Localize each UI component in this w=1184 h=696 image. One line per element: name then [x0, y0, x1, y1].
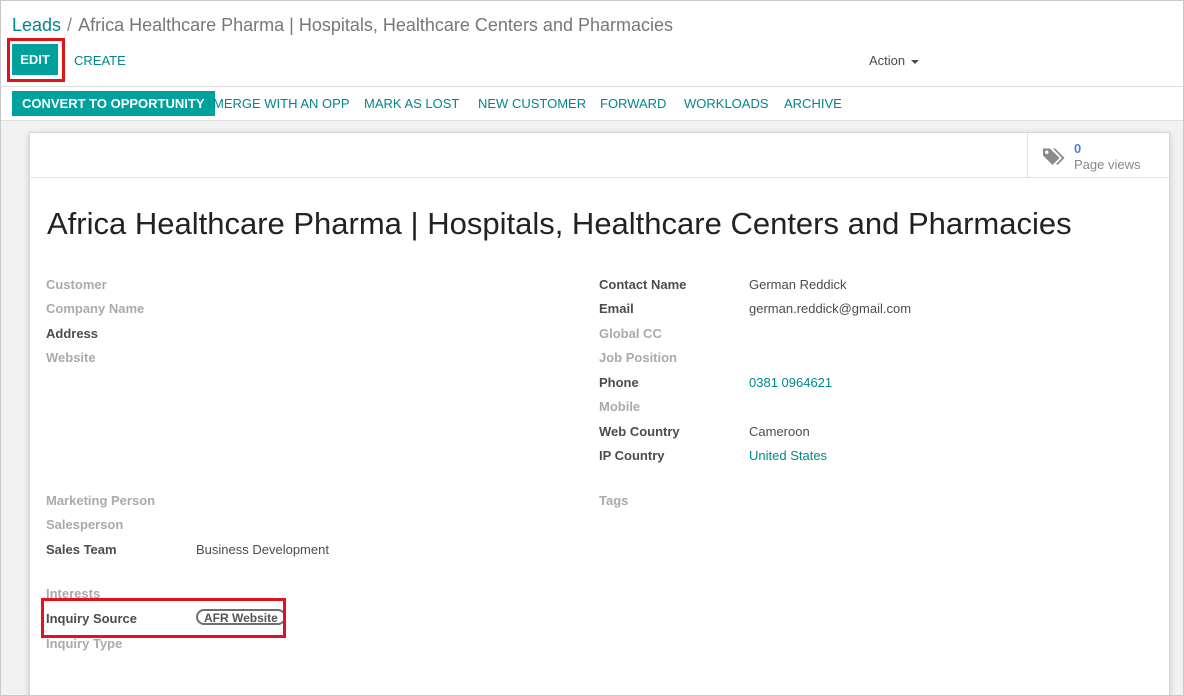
forward-button[interactable]: FORWARD: [600, 91, 666, 116]
sales-team-label: Sales Team: [46, 542, 117, 557]
mobile-label: Mobile: [599, 399, 641, 414]
convert-to-opportunity-button[interactable]: CONVERT TO OPPORTUNITY: [12, 91, 215, 116]
email-value[interactable]: german.reddick@gmail.com: [749, 301, 911, 316]
merge-with-opp-button[interactable]: MERGE WITH AN OPP: [213, 91, 350, 116]
caret-down-icon: [911, 59, 920, 64]
form-sheet: 0 Page views Africa Healthcare Pharma | …: [29, 132, 1170, 695]
global-cc-label: Global CC: [599, 326, 662, 341]
phone-value-link[interactable]: 0381 0964621: [749, 375, 832, 390]
archive-button[interactable]: ARCHIVE: [784, 91, 842, 116]
create-button[interactable]: CREATE: [74, 53, 126, 68]
phone-label: Phone: [599, 375, 639, 390]
new-customer-button[interactable]: NEW CUSTOMER: [478, 91, 586, 116]
job-position-label: Job Position: [599, 350, 677, 365]
action-dropdown[interactable]: Action: [869, 53, 920, 68]
contact-name-value[interactable]: German Reddick: [749, 277, 847, 292]
mark-as-lost-button[interactable]: MARK AS LOST: [364, 91, 459, 116]
breadcrumb-current: Africa Healthcare Pharma | Hospitals, He…: [78, 15, 674, 35]
inquiry-source-highlight-box: [41, 598, 286, 638]
app-frame: Leads / Africa Healthcare Pharma | Hospita…: [0, 0, 1184, 696]
ip-country-label: IP Country: [599, 448, 665, 463]
contact-name-label: Contact Name: [599, 277, 687, 292]
web-country-label: Web Country: [599, 424, 680, 439]
marketing-person-label: Marketing Person: [46, 493, 156, 508]
tags-icon: [1042, 147, 1066, 172]
company-name-label: Company Name: [46, 301, 145, 316]
statusbar: CONVERT TO OPPORTUNITY MERGE WITH AN OPP…: [1, 87, 1183, 121]
edit-highlight-box: [7, 38, 65, 82]
control-panel: Leads / Africa Healthcare Pharma | Hospita…: [1, 1, 1183, 87]
smart-button-box: 0 Page views: [30, 133, 1169, 178]
email-label: Email: [599, 301, 634, 316]
tags-label: Tags: [599, 493, 629, 508]
page-views-label: Page views: [1074, 157, 1141, 172]
workloads-button[interactable]: WORKLOADS: [684, 91, 769, 116]
breadcrumb: Leads / Africa Healthcare Pharma | Hospita…: [12, 15, 673, 36]
breadcrumb-separator: /: [67, 15, 73, 35]
inquiry-type-label: Inquiry Type: [46, 636, 123, 651]
page-views-count: 0: [1074, 141, 1082, 156]
page-views-button[interactable]: 0 Page views: [1027, 133, 1169, 177]
web-country-value[interactable]: Cameroon: [749, 424, 810, 439]
breadcrumb-leads-link[interactable]: Leads: [12, 15, 61, 35]
salesperson-label: Salesperson: [46, 517, 124, 532]
action-label: Action: [869, 53, 906, 68]
record-title: Africa Healthcare Pharma | Hospitals, He…: [47, 206, 1072, 241]
ip-country-value-link[interactable]: United States: [749, 448, 827, 463]
customer-label: Customer: [46, 277, 107, 292]
website-label: Website: [46, 350, 96, 365]
sales-team-value[interactable]: Business Development: [196, 542, 329, 557]
address-label: Address: [46, 326, 99, 341]
